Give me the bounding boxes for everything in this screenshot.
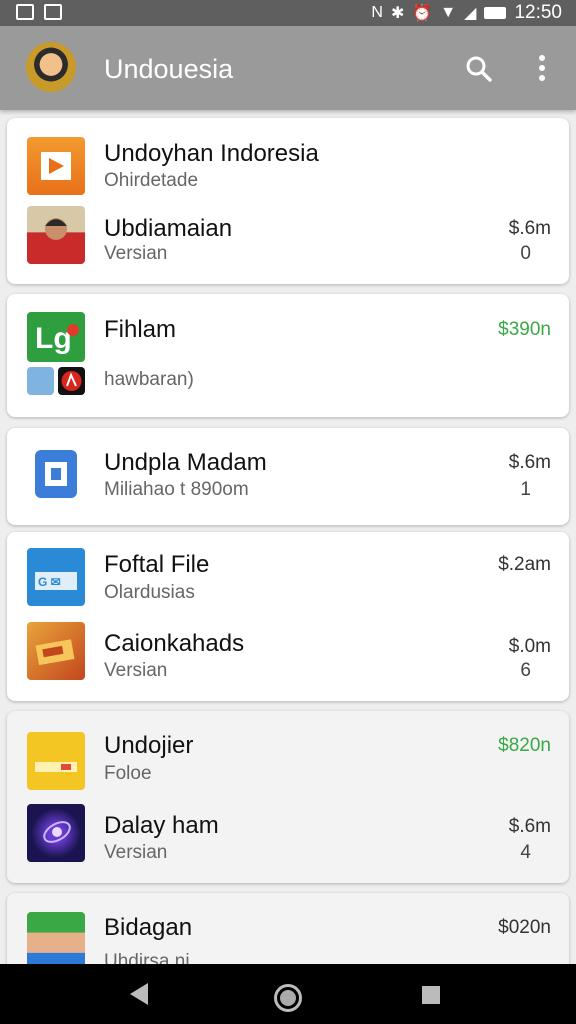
item-amount: $.6m: [508, 816, 551, 837]
item-title: Undojier: [104, 732, 194, 759]
item-title: Fihlam: [104, 316, 177, 343]
space-app-icon: [27, 804, 85, 862]
bluetooth-icon: ✱: [390, 5, 405, 22]
status-bar: N ✱ ⏰ ▼ ◢ 12:50: [0, 0, 576, 26]
folder-note-icon: [27, 732, 85, 790]
item-count: 6: [520, 660, 531, 681]
photo-notification-icon: [44, 4, 62, 20]
item-subtitle: Versian: [104, 243, 168, 264]
list-card[interactable]: Undoyhan Indoresia Ohirdetade Ubdiamaian…: [7, 118, 569, 284]
item-amount: $.6m: [508, 218, 551, 239]
more-vert-icon[interactable]: [530, 54, 554, 82]
item-amount: $020n: [498, 917, 551, 938]
item-subtitle: Ohirdetade: [104, 170, 199, 191]
app-logo: [26, 42, 76, 92]
item-subtitle: Versian: [104, 842, 168, 863]
ticket-icon: [27, 622, 85, 680]
list-card[interactable]: Lg Fihlam $390n hawbaran): [7, 294, 569, 417]
item-title: Dalay ham: [104, 812, 219, 839]
video-player-icon: [27, 137, 85, 195]
green-app-icon: Lg: [27, 312, 85, 362]
item-amount: $.2am: [498, 554, 551, 575]
item-title: Bidagan: [104, 914, 193, 941]
svg-text:Lg: Lg: [35, 322, 72, 355]
svg-text:G ✉: G ✉: [38, 575, 61, 589]
item-subtitle: Olardusias: [104, 582, 195, 603]
list-card[interactable]: G ✉ Foftal File Olardusias $.2am Caionka…: [7, 532, 569, 701]
alarm-icon: ⏰: [412, 5, 433, 22]
document-icon: [35, 450, 77, 498]
item-subtitle: hawbaran): [104, 369, 194, 390]
item-subtitle: Miliahao t 890om: [104, 479, 249, 500]
battery-icon: [484, 7, 507, 19]
pdf-icon: [58, 367, 85, 395]
search-icon[interactable]: [466, 56, 492, 82]
item-title: Undoyhan Indoresia: [104, 140, 319, 167]
item-subtitle: Versian: [104, 660, 168, 681]
back-icon[interactable]: [130, 983, 148, 1005]
item-count: 4: [520, 842, 531, 863]
person-thumb-icon: [27, 367, 54, 395]
app-title: Undouesia: [104, 54, 234, 84]
app-bar: Undouesia: [0, 26, 576, 110]
person-avatar: [27, 912, 85, 970]
recents-icon[interactable]: [422, 986, 440, 1004]
wifi-icon: ▼: [440, 4, 457, 21]
signal-icon: ◢: [464, 5, 477, 22]
notification-icon: [16, 4, 34, 20]
nfc-icon: N: [371, 4, 383, 21]
navigation-bar: [0, 964, 576, 1024]
status-time: 12:50: [514, 2, 562, 23]
item-count: 1: [520, 479, 531, 500]
list-card[interactable]: Undojier Foloe $820n Dalay ham Versian $…: [7, 711, 569, 883]
item-amount: $.0m: [508, 636, 551, 657]
home-icon[interactable]: [274, 984, 302, 1012]
list-card[interactable]: Undpla Madam Miliahao t 890om $.6m 1: [7, 428, 569, 525]
item-title: Ubdiamaian: [104, 215, 233, 242]
item-amount: $390n: [498, 319, 551, 340]
item-amount: $.6m: [508, 452, 551, 473]
item-subtitle: Foloe: [104, 763, 152, 784]
person-avatar: [27, 206, 85, 264]
item-count: 0: [520, 243, 531, 264]
file-icon: G ✉: [27, 548, 85, 606]
item-title: Caionkahads: [104, 630, 245, 657]
item-amount: $820n: [498, 735, 551, 756]
item-title: Undpla Madam: [104, 449, 267, 476]
item-title: Foftal File: [104, 551, 210, 578]
